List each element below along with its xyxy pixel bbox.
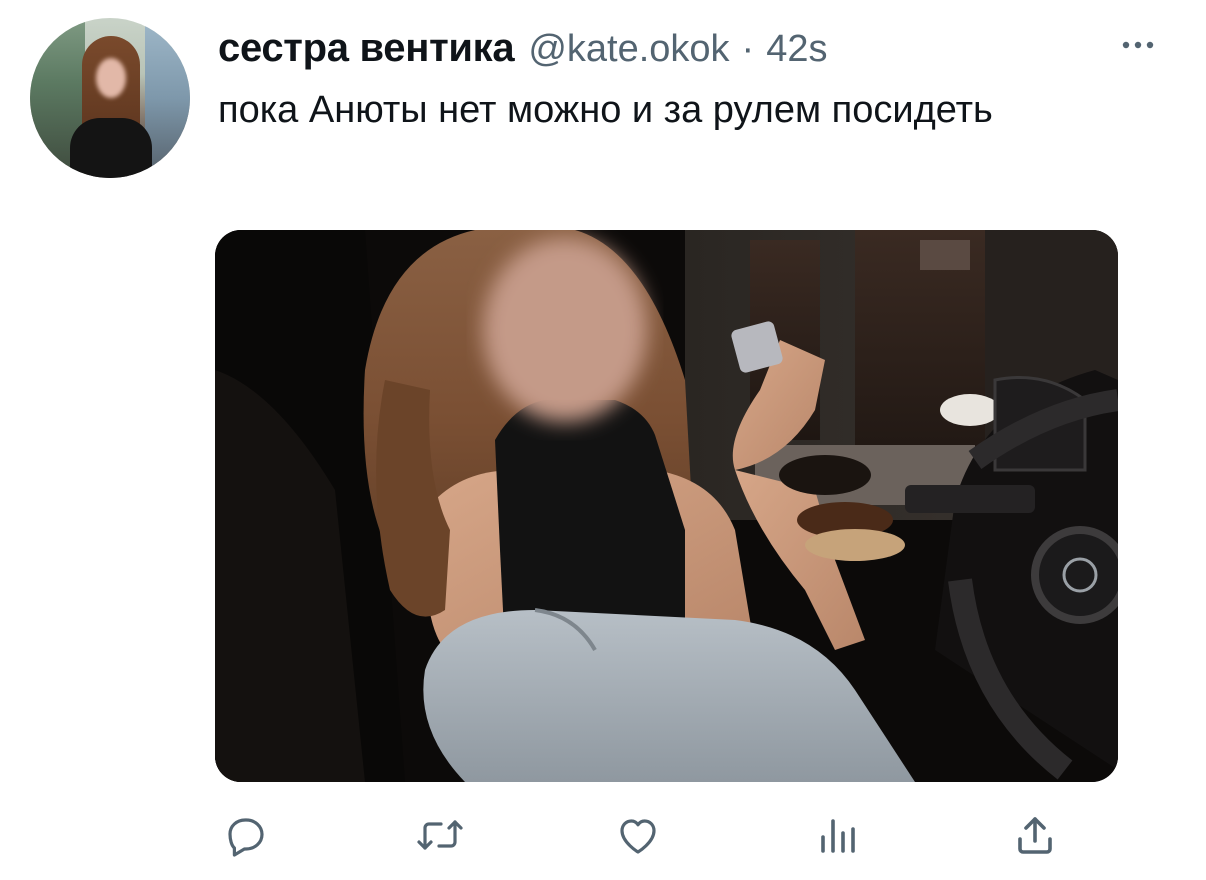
photo-illustration — [215, 230, 1118, 782]
tweet[interactable]: сестра вентика @kate.okok · 42s пока Аню… — [0, 0, 1206, 880]
tweet-media-photo[interactable] — [215, 230, 1118, 782]
heart-icon — [620, 819, 656, 854]
display-name[interactable]: сестра вентика — [218, 26, 515, 71]
reply-icon — [228, 818, 264, 857]
tweet-header: сестра вентика @kate.okok · 42s — [218, 26, 827, 71]
retweet-button[interactable] — [410, 805, 470, 865]
share-button[interactable] — [1005, 805, 1065, 865]
timestamp[interactable]: 42s — [766, 28, 827, 71]
tweet-actions — [215, 805, 1118, 865]
avatar-face-blurred — [96, 58, 126, 98]
more-horizontal-icon — [1122, 41, 1154, 49]
more-options-button[interactable] — [1118, 30, 1158, 60]
analytics-icon — [821, 819, 855, 853]
avatar-shirt — [70, 118, 152, 178]
user-handle[interactable]: @kate.okok — [528, 28, 729, 71]
retweet-icon — [417, 820, 463, 850]
reply-button[interactable] — [215, 805, 275, 865]
share-icon — [1018, 817, 1052, 854]
separator-dot: · — [741, 28, 755, 70]
tweet-text: пока Анюты нет можно и за рулем посидеть — [218, 89, 993, 131]
views-button[interactable] — [807, 805, 867, 865]
avatar[interactable] — [30, 18, 190, 178]
like-button[interactable] — [608, 805, 668, 865]
